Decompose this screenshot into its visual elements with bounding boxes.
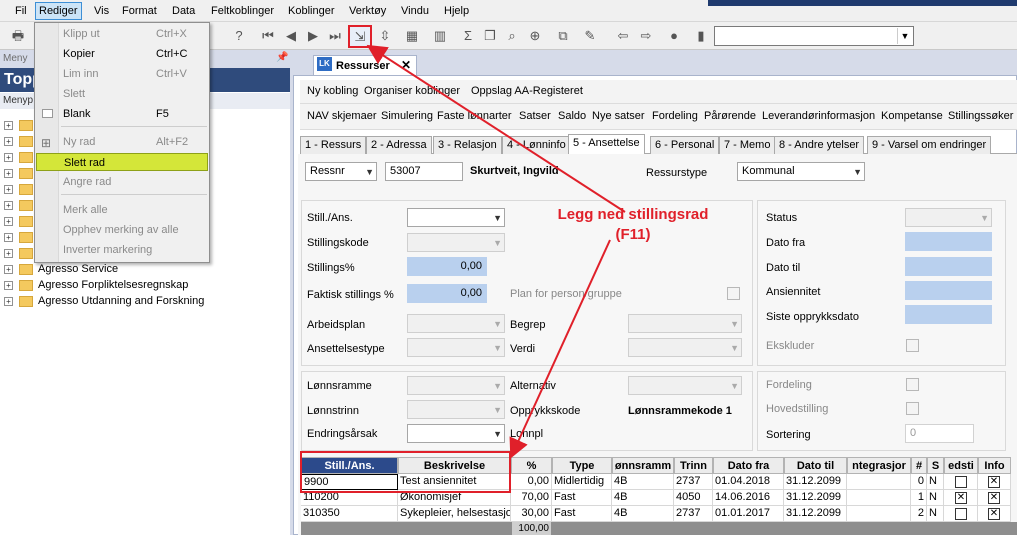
annotation-arrows bbox=[366, 44, 626, 459]
arrow-to-toolbar bbox=[366, 44, 626, 213]
arrow-to-grid bbox=[509, 239, 611, 459]
